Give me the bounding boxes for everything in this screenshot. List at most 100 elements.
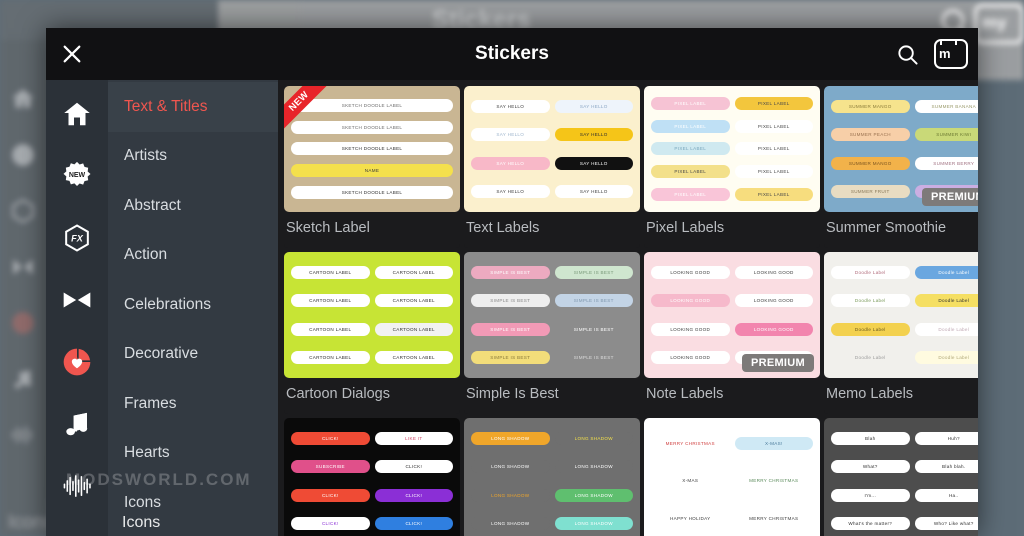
sticker-pack-card[interactable]: Doodle Label Doodle Label Doodle Label Dood… <box>824 252 978 414</box>
thumbnail-pill: Doodle Label <box>831 350 910 364</box>
new-badge-icon <box>12 144 34 166</box>
thumbnail-pill: CARTOON LABEL <box>374 266 453 280</box>
thumbnail-pill: CARTOON LABEL <box>291 322 370 336</box>
header-actions: m <box>890 37 978 71</box>
transition-bowtie-icon <box>63 292 91 308</box>
sticker-pack-card[interactable]: SAY HELLO SAY HELLO SAY HELLO SAY HELLO SAY … <box>464 86 640 248</box>
thumbnail-pill-rows: SIMPLE IS BEST SIMPLE IS BEST SIMPLE IS BE… <box>464 252 640 378</box>
category-item-decorative[interactable]: Decorative <box>108 330 278 380</box>
search-icon <box>897 44 918 65</box>
thumbnail-pill: SIMPLE IS BEST <box>554 294 633 308</box>
thumbnail-pill: SIMPLE IS BEST <box>471 294 550 308</box>
svg-text:NEW: NEW <box>69 172 86 179</box>
audio-waveform-icon <box>63 475 91 497</box>
thumbnail-pill: CARTOON LABEL <box>291 294 370 308</box>
thumbnail-pill: PIXEL LABEL <box>734 165 813 179</box>
thumbnail-pill: Ha.. <box>914 488 978 502</box>
rail-item-transitions[interactable] <box>55 278 99 322</box>
thumbnail-pill: SUMMER FRUIT <box>831 184 910 198</box>
thumbnail-pill: SAY HELLO <box>554 184 633 198</box>
rail-item-new[interactable]: NEW <box>55 154 99 198</box>
thumbnail-pill-rows: Blah Huh? What? Blah blah. I'm... Ha.. What's … <box>824 418 978 536</box>
thumbnail-pill: I'm... <box>831 488 910 502</box>
thumbnail-pill-rows: CLICK! LIKE IT SUBSCRIBE CLICK! CLICK! CLICK!… <box>284 418 460 536</box>
sticker-pack-card[interactable]: SUMMER MANGO SUMMER BANANA SUMMER PEACH SUM… <box>824 86 978 248</box>
thumbnail-pill: Doodle Label <box>914 266 978 280</box>
premium-badge: PREMIUM <box>921 188 978 206</box>
thumbnail-pill: SAY HELLO <box>554 156 633 170</box>
sticker-pack-card[interactable]: MERRY CHRISTMAS X-MAS! X-MAS MERRY CHRISTMA… <box>644 418 820 536</box>
sticker-pack-thumbnail: SKETCH DOODLE LABEL SKETCH DOODLE LABEL SK… <box>284 86 460 212</box>
thumbnail-pill: SIMPLE IS BEST <box>554 322 633 336</box>
thumbnail-pill: SUBSCRIBE <box>291 460 370 474</box>
sticker-pack-title: Sketch Label <box>286 220 370 236</box>
thumbnail-pill: SAY HELLO <box>554 128 633 142</box>
thumbnail-pill: LONG SHADOW <box>471 488 550 502</box>
thumbnail-pill: LOOKING GOOD <box>734 294 813 308</box>
category-item-hearts[interactable]: Hearts <box>108 429 278 479</box>
category-rail: NEW FX <box>46 80 108 536</box>
thumbnail-pill: SUMMER KIWI <box>914 128 978 142</box>
thumbnail-pill: X-MAS! <box>734 436 813 450</box>
thumbnail-pill: SIMPLE IS BEST <box>471 350 550 364</box>
audio-waveform-icon <box>12 426 32 444</box>
thumbnail-pill: LONG SHADOW <box>554 488 633 502</box>
sticker-pack-title: Memo Labels <box>826 386 914 402</box>
category-list: Text & Titles Artists Abstract Action Ce… <box>108 80 278 536</box>
rail-item-music[interactable] <box>55 402 99 446</box>
category-item-abstract[interactable]: Abstract <box>108 181 278 231</box>
sticker-pack-thumbnail: CARTOON LABEL CARTOON LABEL CARTOON LABEL C… <box>284 252 460 378</box>
category-item-frames[interactable]: Frames <box>108 379 278 429</box>
premium-badge: PREMIUM <box>741 354 814 372</box>
thumbnail-pill: LOOKING GOOD <box>651 322 730 336</box>
thumbnail-pill: Doodle Label <box>831 266 910 280</box>
thumbnail-pill: LONG SHADOW <box>471 460 550 474</box>
sticker-pack-card[interactable]: SKETCH DOODLE LABEL SKETCH DOODLE LABEL SK… <box>284 86 460 248</box>
sticker-grid: SKETCH DOODLE LABEL SKETCH DOODLE LABEL SK… <box>278 80 978 536</box>
rail-item-stickers[interactable] <box>55 340 99 384</box>
sticker-pack-thumbnail: SAY HELLO SAY HELLO SAY HELLO SAY HELLO SAY … <box>464 86 640 212</box>
sticker-pack-card[interactable]: LOOKING GOOD LOOKING GOOD LOOKING GOOD LOOK… <box>644 252 820 414</box>
thumbnail-pill: SKETCH DOODLE LABEL <box>291 99 453 113</box>
thumbnail-pill: SUMMER BANANA <box>914 100 978 114</box>
sticker-pack-title: Pixel Labels <box>646 220 725 236</box>
thumbnail-pill: X-MAS <box>651 474 730 488</box>
rail-item-home[interactable] <box>55 92 99 136</box>
my-stickers-button[interactable]: m <box>934 39 968 69</box>
sticker-pack-thumbnail: PIXEL LABEL PIXEL LABEL PIXEL LABEL PIXEL L… <box>644 86 820 212</box>
thumbnail-pill: NAME <box>291 164 453 178</box>
thumbnail-pill: SIMPLE IS BEST <box>554 350 633 364</box>
category-item-celebrations[interactable]: Celebrations <box>108 280 278 330</box>
category-item-artists[interactable]: Artists <box>108 132 278 182</box>
sticker-pack-card[interactable]: LONG SHADOW LONG SHADOW LONG SHADOW LONG SH… <box>464 418 640 536</box>
thumbnail-pill: Blah <box>831 432 910 446</box>
sticker-pack-card[interactable]: CARTOON LABEL CARTOON LABEL CARTOON LABEL C… <box>284 252 460 414</box>
thumbnail-pill: LOOKING GOOD <box>651 294 730 308</box>
sticker-pack-card[interactable]: CLICK! LIKE IT SUBSCRIBE CLICK! CLICK! CLICK!… <box>284 418 460 536</box>
thumbnail-pill: What? <box>831 460 910 474</box>
music-note-icon <box>66 412 88 436</box>
search-button[interactable] <box>890 37 924 71</box>
thumbnail-pill: CARTOON LABEL <box>291 266 370 280</box>
modal-header: Stickers m <box>46 28 978 80</box>
thumbnail-pill: CARTOON LABEL <box>291 350 370 364</box>
thumbnail-pill: Doodle Label <box>831 294 910 308</box>
category-item-action[interactable]: Action <box>108 231 278 281</box>
thumbnail-pill: LOOKING GOOD <box>734 266 813 280</box>
sticker-pack-card[interactable]: Blah Huh? What? Blah blah. I'm... Ha.. What's … <box>824 418 978 536</box>
category-item-text-titles[interactable]: Text & Titles <box>108 82 278 132</box>
thumbnail-pill: LONG SHADOW <box>471 516 550 530</box>
thumbnail-pill: Who? Like what? <box>914 516 978 530</box>
sticker-pack-card[interactable]: SIMPLE IS BEST SIMPLE IS BEST SIMPLE IS BE… <box>464 252 640 414</box>
close-button[interactable] <box>46 28 98 80</box>
sticker-heart-icon <box>12 312 34 334</box>
rail-item-fx[interactable]: FX <box>55 216 99 260</box>
sticker-pack-thumbnail: LOOKING GOOD LOOKING GOOD LOOKING GOOD LOOK… <box>644 252 820 378</box>
thumbnail-pill: SKETCH DOODLE LABEL <box>291 142 453 156</box>
thumbnail-pill: CLICK! <box>291 432 370 446</box>
rail-item-audio[interactable] <box>55 464 99 508</box>
sticker-pack-title: Note Labels <box>646 386 724 402</box>
sticker-pack-card[interactable]: PIXEL LABEL PIXEL LABEL PIXEL LABEL PIXEL L… <box>644 86 820 248</box>
thumbnail-pill: HAPPY HOLIDAY <box>651 512 730 526</box>
thumbnail-pill: Doodle Label <box>914 322 978 336</box>
